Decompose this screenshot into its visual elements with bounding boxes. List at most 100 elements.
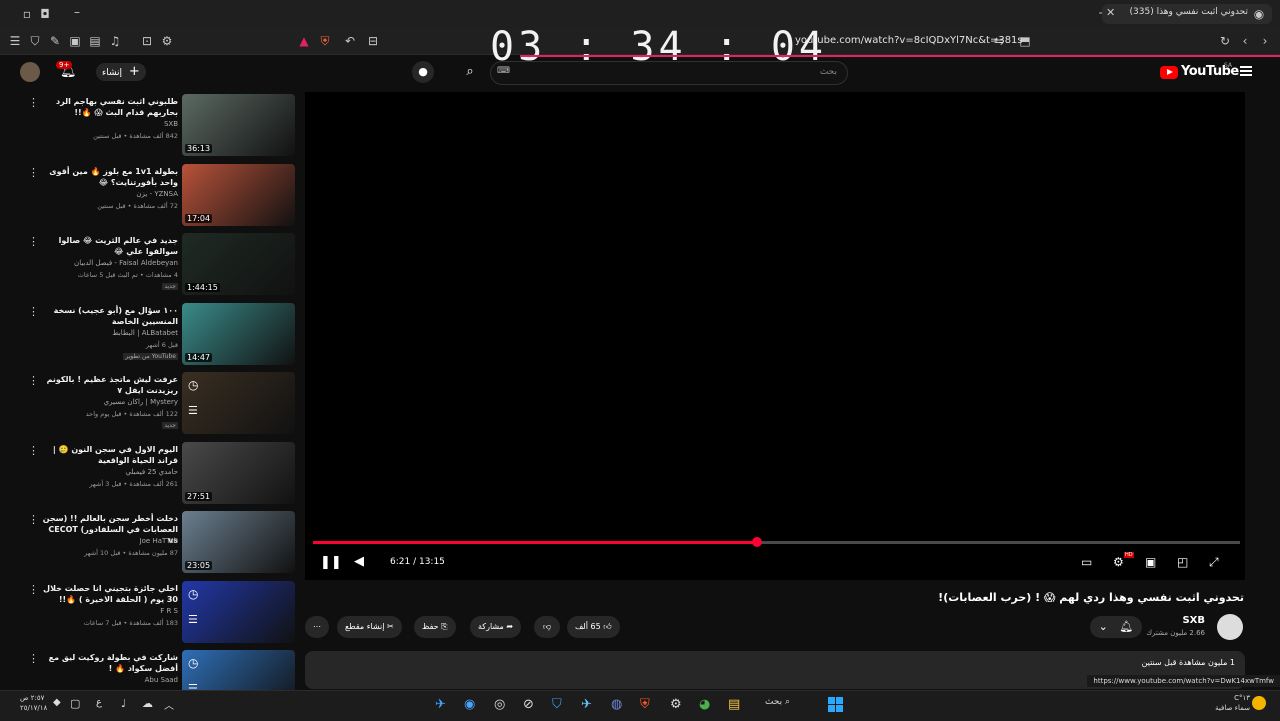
extensions-icon[interactable]: ✎ bbox=[48, 34, 62, 48]
avatar[interactable] bbox=[20, 62, 40, 82]
recommendation-channel[interactable]: Faisal Aldebeyan - فيصل الدبيان bbox=[74, 259, 178, 267]
recommendation-title[interactable]: عرفت ليش ماتجذ عظيم ! بالكونم ريزيدنت اي… bbox=[38, 374, 178, 396]
recommendation-item[interactable]: ⋮ اخلي جائزة بتجيني انا حصلت خلال 30 يوم … bbox=[0, 580, 300, 647]
active-tab[interactable]: ✕ (335) تحدوني اثبت نفسي وهذا ◉ bbox=[1102, 4, 1272, 24]
reload-icon[interactable]: ↻ bbox=[1218, 34, 1232, 48]
recommendation-thumbnail[interactable]: 23:05 bbox=[182, 511, 295, 573]
recommendation-title[interactable]: طلبوني اثبت نفسي بهاجم الرد بحاربهم قدام… bbox=[38, 96, 178, 118]
recommendation-item[interactable]: ⋮ طلبوني اثبت نفسي بهاجم الرد بحاربهم قدا… bbox=[0, 94, 300, 160]
channel-name[interactable]: SXB bbox=[1182, 615, 1205, 626]
language-tray-icon[interactable]: ع bbox=[96, 697, 102, 708]
app-game-icon[interactable]: ⊘ bbox=[523, 697, 534, 712]
recommendation-channel[interactable]: F R S bbox=[160, 607, 178, 615]
cloud-tray-icon[interactable]: ☁ bbox=[142, 697, 153, 710]
channel-avatar[interactable] bbox=[1217, 614, 1243, 640]
app-security-icon[interactable]: ⛉ bbox=[552, 697, 562, 712]
recommendation-channel[interactable]: Abu Saad bbox=[145, 676, 178, 684]
taskbar-search[interactable]: ⌕ بحث bbox=[765, 697, 790, 707]
recommendation-thumbnail[interactable]: 17:04 bbox=[182, 163, 295, 226]
back-icon[interactable]: ‹ bbox=[1238, 34, 1252, 48]
dislike-button[interactable]: 👎︎ bbox=[534, 616, 560, 638]
recommendation-thumbnail[interactable]: ◷ ☰ bbox=[182, 580, 295, 643]
translate-icon[interactable]: ⊟ bbox=[366, 34, 380, 48]
speaker-icon[interactable]: ◉ bbox=[1252, 7, 1266, 21]
tab-close-icon[interactable]: ✕ bbox=[1106, 6, 1115, 19]
search-button[interactable]: ⌕ bbox=[455, 61, 485, 83]
app-store-icon[interactable]: ✈ bbox=[435, 697, 446, 712]
create-button[interactable]: إنشاء + bbox=[96, 63, 146, 81]
recommendation-channel[interactable]: ALBatabet | البطابط bbox=[112, 329, 178, 337]
recommendation-title[interactable]: جديد في عالم الثريت 😂 صالوا سوالفوا علي … bbox=[38, 235, 178, 257]
recommendation-title[interactable]: ١٠٠ سؤال مع (أبو عجيب) نسخة المنسيين الخ… bbox=[38, 305, 178, 327]
save-button[interactable]: ⎘ حفظ bbox=[414, 616, 456, 638]
app-obs-icon[interactable]: ◎ bbox=[494, 697, 505, 712]
reader-icon[interactable]: ▤ bbox=[88, 34, 102, 48]
display-tray-icon[interactable]: ▢ bbox=[70, 697, 80, 710]
fullscreen-icon[interactable]: ⤢ bbox=[1209, 555, 1219, 570]
weather-widget[interactable]: ١٣°C سماء صافية bbox=[1215, 693, 1250, 713]
recommendation-item[interactable]: ⋮ ١٠٠ سؤال مع (أبو عجيب) نسخة المنسيين ال… bbox=[0, 302, 300, 369]
recommendation-item[interactable]: ⋮ دخلت أخطر سجن بالعالم !! (سجن العصابات … bbox=[0, 511, 300, 577]
recommendation-channel[interactable]: Joe HaTTab bbox=[140, 537, 178, 545]
youtube-logo-icon[interactable] bbox=[1160, 66, 1178, 79]
tray-clock[interactable]: ٢:٥٧ ص ٢٥/١٧/١٨ bbox=[20, 693, 47, 713]
pause-icon[interactable]: ❚❚ bbox=[320, 555, 342, 570]
brave-shield-icon[interactable]: ⛨ bbox=[318, 34, 332, 48]
recommendation-channel[interactable]: حامدي 25 فيمبلي bbox=[125, 468, 178, 476]
recommendation-thumbnail[interactable]: 1:44:15 bbox=[182, 233, 295, 295]
recommendation-title[interactable]: اليوم الاول في سجن النون 🥲 | قراند الحيا… bbox=[38, 444, 178, 466]
recommendation-channel[interactable]: SXB bbox=[164, 120, 178, 128]
watch-later-icon[interactable]: ◷ bbox=[188, 378, 198, 392]
progress-scrubber[interactable] bbox=[752, 537, 763, 547]
recommendation-channel[interactable]: YZNSA - يزن bbox=[136, 190, 178, 198]
browser-logo-icon[interactable]: ◘ bbox=[38, 7, 52, 21]
app-brave-icon[interactable]: ⛨ bbox=[640, 697, 650, 712]
clip-button[interactable]: ✂ إنشاء مقطع bbox=[337, 616, 402, 638]
forward-icon[interactable]: › bbox=[1258, 34, 1272, 48]
warning-icon[interactable]: ▲ bbox=[297, 34, 311, 48]
subscribe-notifications-button[interactable]: ⌄ 🔔︎ bbox=[1090, 616, 1142, 638]
guide-menu-icon[interactable] bbox=[1240, 66, 1252, 76]
app-discord-alt-icon[interactable]: ◉ bbox=[464, 697, 475, 712]
tabs-icon[interactable]: ▣ bbox=[68, 34, 82, 48]
sound-tray-icon[interactable]: ◆ bbox=[53, 697, 61, 708]
app-discord-icon[interactable]: ◍ bbox=[611, 697, 622, 712]
mic-tray-icon[interactable]: ♩ bbox=[121, 697, 126, 710]
undo-icon[interactable]: ↶ bbox=[343, 34, 357, 48]
address-bar[interactable]: youtube.com/watch?v=8cIQDxYl7Nc&t=381s bbox=[795, 35, 1023, 46]
gear-icon[interactable]: ⚙ bbox=[160, 34, 174, 48]
shield-icon[interactable]: ⛉ bbox=[28, 34, 42, 48]
recommendation-title[interactable]: بطولة 1v1 مع بلوز 🔥 مين أقوى واحد بأفورت… bbox=[38, 166, 178, 188]
window-menu-icon[interactable]: ▫ bbox=[20, 7, 34, 21]
subtitles-icon[interactable]: ▭ bbox=[1081, 555, 1092, 569]
settings-gear-icon[interactable]: ⚙ bbox=[1113, 555, 1124, 569]
watch-later-icon[interactable]: ◷ bbox=[188, 656, 198, 670]
like-button[interactable]: 👍︎ 65 ألف bbox=[567, 616, 620, 638]
recommendation-channel[interactable]: Mystery | راكان مسيري bbox=[104, 398, 178, 406]
share-button[interactable]: ➦ مشاركة bbox=[470, 616, 522, 638]
app-files-icon[interactable]: ▤ bbox=[728, 697, 740, 712]
more-actions-button[interactable]: ⋯ bbox=[305, 616, 329, 638]
recommendation-title[interactable]: شاركت في بطولة روكيت ليق مع أفضل سكواد 🔥… bbox=[38, 652, 178, 674]
app-settings-icon[interactable]: ⚙ bbox=[670, 697, 682, 712]
recommendation-item[interactable]: ⋮ بطولة 1v1 مع بلوز 🔥 مين أقوى واحد بأفور… bbox=[0, 163, 300, 230]
music-icon[interactable]: ♫ bbox=[108, 34, 122, 48]
recommendation-thumbnail[interactable]: 27:51 bbox=[182, 441, 295, 504]
add-to-queue-icon[interactable]: ☰ bbox=[188, 404, 198, 417]
search-input[interactable]: بحث bbox=[490, 61, 848, 85]
keyboard-icon[interactable]: ⌨ bbox=[497, 66, 510, 76]
recommendation-title[interactable]: اخلي جائزة بتجيني انا حصلت خلال 30 يوم (… bbox=[38, 583, 178, 605]
voice-search-button[interactable]: ● bbox=[412, 61, 434, 83]
add-to-queue-icon[interactable]: ☰ bbox=[188, 613, 198, 626]
cast-icon[interactable]: ◰ bbox=[1177, 555, 1188, 569]
recommendation-item[interactable]: ⋮ اليوم الاول في سجن النون 🥲 | قراند الحي… bbox=[0, 441, 300, 508]
watch-later-icon[interactable]: ◷ bbox=[188, 587, 198, 601]
volume-icon[interactable]: ◀︎ bbox=[354, 554, 364, 569]
start-windows-icon[interactable] bbox=[828, 697, 844, 713]
sidebar-toggle-icon[interactable]: ☰ bbox=[8, 34, 22, 48]
recommendation-item[interactable]: ⋮ جديد في عالم الثريت 😂 صالوا سوالفوا علي… bbox=[0, 233, 300, 299]
tray-overflow-icon[interactable]: ︿ bbox=[164, 697, 174, 712]
recommendation-thumbnail[interactable]: ◷ ☰ bbox=[182, 372, 295, 434]
recommendation-thumbnail[interactable]: 36:13 bbox=[182, 94, 295, 156]
app-chrome-icon[interactable]: ◕ bbox=[699, 697, 710, 712]
